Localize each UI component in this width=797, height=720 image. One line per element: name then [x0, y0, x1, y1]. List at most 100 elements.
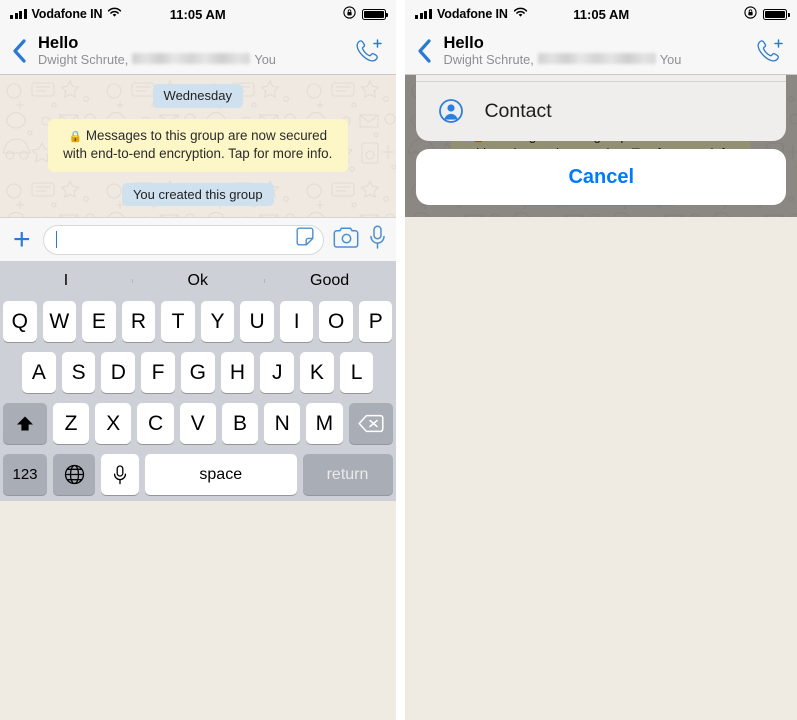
key-m[interactable]: M: [306, 403, 343, 445]
message-input-bar: +: [0, 217, 396, 262]
participant-redacted: [537, 53, 656, 65]
back-chevron-icon[interactable]: [411, 38, 437, 64]
key-d[interactable]: D: [101, 352, 136, 394]
plus-icon[interactable]: +: [10, 224, 34, 255]
chat-navbar-right-panel: Hello Dwight Schrute, You: [405, 28, 797, 75]
signal-bars-icon: [10, 9, 27, 19]
camera-icon[interactable]: [333, 226, 360, 254]
day-divider-row: Wednesday: [0, 84, 396, 108]
rotation-lock-icon: [744, 6, 757, 22]
key-y[interactable]: Y: [200, 301, 235, 343]
keyboard-row-2: A S D F G H J K L: [0, 352, 396, 394]
key-x[interactable]: X: [95, 403, 132, 445]
key-n[interactable]: N: [264, 403, 301, 445]
keyboard-row-3: Z X C V B N M: [0, 403, 396, 445]
microphone-icon[interactable]: [369, 225, 386, 255]
status-bar: Vodafone IN 11:05 AM: [0, 0, 396, 28]
status-bar-right-panel: Vodafone IN 11:05 AM: [405, 0, 797, 28]
chat-title-block[interactable]: Hello Dwight Schrute, You: [437, 34, 753, 68]
action-sheet-options: Camera Photo & Video Library Document: [416, 75, 786, 142]
wifi-icon: [513, 7, 528, 21]
key-b[interactable]: B: [221, 403, 259, 445]
chat-navbar: Hello Dwight Schrute, You: [0, 28, 396, 75]
key-u[interactable]: U: [240, 301, 274, 343]
encryption-notice-row[interactable]: 🔒 Messages to this group are now secured…: [0, 118, 396, 172]
key-c[interactable]: C: [137, 403, 174, 445]
key-w[interactable]: W: [42, 301, 77, 343]
key-a[interactable]: A: [22, 352, 56, 394]
key-p[interactable]: P: [358, 301, 393, 343]
text-caret: [55, 231, 58, 249]
key-j[interactable]: J: [260, 352, 295, 394]
key-g[interactable]: G: [180, 352, 215, 394]
prediction-item-0[interactable]: I: [0, 272, 132, 290]
ios-keyboard: I Ok Good Q W E R T Y U I O P A S D F G …: [0, 261, 396, 502]
chat-message-area-right-panel: Wednesday 🔒 Messages to this group are n…: [405, 75, 797, 218]
system-message-row: You created this group: [0, 182, 396, 207]
status-bar-right: [342, 6, 388, 22]
key-r[interactable]: R: [121, 301, 156, 343]
key-i[interactable]: I: [279, 301, 314, 343]
return-key[interactable]: return: [302, 454, 393, 496]
rotation-lock-icon: [342, 6, 356, 22]
participant-last: You: [659, 52, 682, 68]
globe-language-icon[interactable]: [53, 454, 95, 496]
attachment-action-sheet: Camera Photo & Video Library Document: [405, 75, 797, 217]
key-k[interactable]: K: [300, 352, 334, 394]
page-title: Hello: [443, 33, 484, 52]
phone-screen-left: Vodafone IN 11:05 AM Hello Dwight Schrut…: [0, 0, 396, 720]
day-divider-pill: Wednesday: [152, 84, 243, 108]
back-chevron-icon[interactable]: [6, 38, 32, 64]
contact-person-icon: [438, 99, 464, 123]
key-t[interactable]: T: [161, 301, 195, 343]
carrier-label: Vodafone IN: [436, 7, 508, 21]
dictation-microphone-icon[interactable]: [101, 454, 139, 496]
key-h[interactable]: H: [220, 352, 255, 394]
signal-bars-icon: [415, 9, 432, 19]
status-bar-left-right-panel: Vodafone IN: [415, 7, 528, 21]
chat-messages: Wednesday 🔒 Messages to this group are n…: [0, 75, 396, 207]
key-v[interactable]: V: [179, 403, 216, 445]
battery-icon: [763, 8, 790, 20]
encryption-notice-bubble[interactable]: 🔒 Messages to this group are now secured…: [47, 118, 348, 172]
cancel-button[interactable]: Cancel: [416, 149, 786, 206]
chat-participants: Dwight Schrute, You: [443, 52, 753, 68]
shift-up-arrow-icon[interactable]: [2, 403, 47, 445]
status-bar-left: Vodafone IN: [10, 7, 122, 21]
phone-screen-right: Vodafone IN 11:05 AM Hello Dwight Schrut…: [405, 0, 797, 720]
message-input-field[interactable]: [42, 224, 324, 255]
key-q[interactable]: Q: [3, 301, 37, 343]
participant-last: You: [254, 52, 276, 68]
key-z[interactable]: Z: [52, 403, 90, 445]
space-key[interactable]: space: [145, 454, 297, 496]
prediction-item-2[interactable]: Good: [263, 272, 396, 290]
key-o[interactable]: O: [319, 301, 353, 343]
status-bar-right-icons: [744, 6, 790, 22]
participant-redacted: [132, 53, 251, 65]
chat-title-block[interactable]: Hello Dwight Schrute, You: [32, 34, 352, 68]
lock-icon: 🔒: [68, 130, 83, 143]
key-l[interactable]: L: [339, 352, 374, 394]
page-title: Hello: [38, 33, 79, 52]
sticker-icon[interactable]: [295, 227, 315, 252]
chat-message-area: Wednesday 🔒 Messages to this group are n…: [0, 75, 396, 218]
phone-add-icon[interactable]: [753, 38, 787, 65]
battery-icon: [361, 8, 388, 20]
action-sheet-item-contact[interactable]: Contact: [416, 81, 786, 141]
prediction-item-1[interactable]: Ok: [131, 272, 264, 290]
system-message-pill: You created this group: [121, 182, 274, 207]
prediction-bar: I Ok Good: [0, 261, 396, 301]
keyboard-row-4: 123 space return: [0, 454, 396, 496]
key-f[interactable]: F: [141, 352, 175, 394]
participant-first: Dwight Schrute,: [443, 52, 534, 68]
phone-add-icon[interactable]: [352, 38, 386, 65]
chat-participants: Dwight Schrute, You: [38, 52, 352, 68]
participant-first: Dwight Schrute,: [38, 52, 129, 68]
encryption-notice-text: Messages to this group are now secured w…: [63, 127, 333, 162]
keyboard-row-1: Q W E R T Y U I O P: [0, 301, 396, 343]
backspace-delete-icon[interactable]: [348, 403, 393, 445]
key-s[interactable]: S: [61, 352, 96, 394]
carrier-label: Vodafone IN: [31, 7, 103, 21]
key-e[interactable]: E: [82, 301, 116, 343]
numbers-key[interactable]: 123: [3, 454, 47, 496]
